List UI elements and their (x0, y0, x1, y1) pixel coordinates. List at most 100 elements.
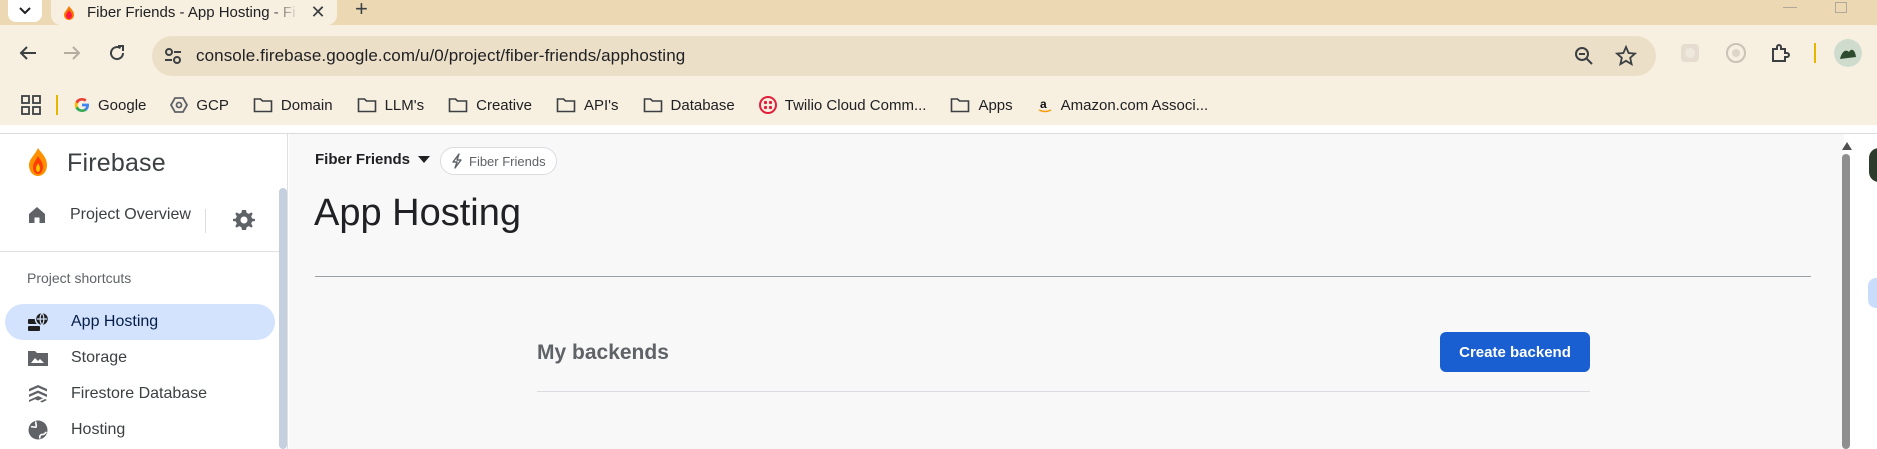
app-hosting-icon (28, 311, 49, 331)
minimize-button[interactable] (1783, 6, 1797, 8)
my-backends-heading: My backends (537, 341, 669, 364)
close-tab-icon[interactable]: ✕ (309, 2, 327, 23)
profile-avatar[interactable] (1834, 39, 1862, 67)
project-overview-link[interactable]: Project Overview (26, 204, 191, 226)
bookmark-twilio[interactable]: Twilio Cloud Comm... (758, 96, 927, 114)
bookmark-folder-apps[interactable]: Apps (950, 96, 1013, 114)
bookmark-label: Google (98, 96, 147, 114)
sidebar-scrollbar[interactable] (279, 188, 287, 449)
bookmark-gcp[interactable]: GCP (170, 97, 229, 114)
bookmark-folder-llms[interactable]: LLM's (357, 96, 425, 114)
restore-button[interactable] (1835, 1, 1847, 13)
bookmark-folder-apis[interactable]: API's (556, 97, 619, 114)
bookmark-label: Creative (476, 96, 532, 114)
url-text: console.firebase.google.com/u/0/project/… (196, 46, 686, 65)
sidebar-item-label: App Hosting (71, 313, 159, 330)
bookmark-google[interactable]: Google (74, 97, 146, 114)
sidebar-item-firestore-database[interactable]: Firestore Database (5, 376, 275, 412)
amazon-icon: a (1038, 97, 1051, 113)
zoom-out-icon[interactable] (1573, 45, 1595, 67)
window-controls (1783, 0, 1847, 14)
tab-search-button[interactable] (8, 0, 42, 22)
sidebar-item-storage[interactable]: Storage (5, 340, 275, 376)
sidebar-item-app-hosting[interactable]: App Hosting (5, 304, 275, 340)
bookmark-label: GCP (196, 96, 229, 114)
bookmark-amazon[interactable]: a Amazon.com Associ... (1037, 96, 1209, 114)
firebase-favicon-icon (64, 5, 74, 20)
toolbar-divider (1814, 43, 1816, 63)
create-backend-button[interactable]: Create backend (1440, 332, 1590, 372)
storage-icon (28, 351, 48, 366)
chevron-down-icon (19, 7, 31, 15)
project-chip-label: Fiber Friends (469, 153, 546, 169)
bookmark-folder-database[interactable]: Database (643, 97, 735, 114)
arrow-right-icon (64, 46, 81, 60)
folder-icon (951, 98, 970, 113)
firebase-logo-icon[interactable] (27, 147, 49, 177)
folder-icon (357, 98, 376, 113)
side-panel-toggle-edge[interactable] (1868, 278, 1877, 308)
bookmark-label: Domain (280, 96, 333, 114)
project-name: Fiber Friends (315, 151, 411, 168)
active-tab[interactable]: Fiber Friends - App Hosting - Fi ✕ (51, 0, 337, 25)
bookmark-label: API's (583, 96, 619, 114)
extensions-puzzle-icon[interactable] (1768, 41, 1792, 65)
caret-down-icon (418, 156, 431, 163)
extension-ghost-icon[interactable] (1678, 41, 1702, 65)
page-scrollbar-thumb[interactable] (1842, 154, 1850, 449)
project-shortcuts-heading: Project shortcuts (27, 270, 132, 286)
arrow-left-icon (19, 46, 36, 60)
new-tab-button[interactable]: + (355, 0, 368, 20)
tab-strip: Fiber Friends - App Hosting - Fi ✕ + (0, 0, 1877, 25)
back-button[interactable] (14, 39, 42, 67)
hosting-icon (28, 420, 48, 440)
firebase-wordmark[interactable]: Firebase (67, 149, 166, 178)
forward-button[interactable] (58, 39, 86, 67)
sidebar-item-label: Firestore Database (71, 385, 208, 402)
site-info-icon[interactable] (162, 45, 184, 67)
folder-icon (448, 98, 468, 113)
folder-icon (556, 98, 576, 113)
bookmarks-bar: Google GCP Domain LLM's Creative API's D… (0, 85, 1877, 125)
profile-avatar-icon (1834, 39, 1862, 67)
extension-circle-icon[interactable] (1724, 41, 1748, 65)
scroll-up-arrow-icon[interactable] (1841, 141, 1853, 151)
app-hosting-chip-icon (452, 153, 462, 169)
folder-icon (643, 98, 662, 113)
bookmark-label: Database (670, 96, 735, 114)
backends-divider (537, 391, 1590, 392)
reload-button[interactable] (103, 39, 131, 67)
bookmark-star-icon[interactable] (1615, 45, 1637, 67)
twilio-icon (758, 96, 777, 114)
bookmark-folder-creative[interactable]: Creative (448, 97, 532, 114)
bookmark-label: Apps (978, 96, 1013, 114)
bookmark-folder-domain[interactable]: Domain (253, 97, 333, 114)
bookmark-label: Twilio Cloud Comm... (784, 96, 927, 114)
firebase-sidebar: Firebase Project Overview Project shortc… (0, 134, 288, 449)
account-avatar-edge[interactable] (1869, 148, 1877, 182)
project-selector[interactable]: Fiber Friends (315, 151, 431, 168)
bookmarks-separator (56, 95, 58, 115)
project-chip[interactable]: Fiber Friends (440, 147, 557, 175)
svg-text:a: a (1040, 97, 1047, 111)
gear-icon[interactable] (232, 208, 256, 232)
firestore-icon (29, 385, 47, 403)
sidebar-item-label: Storage (71, 349, 128, 366)
address-bar[interactable]: console.firebase.google.com/u/0/project/… (152, 36, 1656, 76)
sidebar-item-hosting[interactable]: Hosting (5, 412, 275, 448)
page-title: App Hosting (314, 192, 522, 234)
bookmark-label: LLM's (384, 96, 425, 114)
bookmark-label: Amazon.com Associ... (1060, 96, 1209, 114)
overview-divider (205, 209, 206, 233)
tab-title: Fiber Friends - App Hosting - Fi (87, 4, 296, 21)
reload-icon (110, 45, 125, 61)
home-icon (29, 207, 45, 223)
sidebar-divider (0, 251, 280, 252)
apps-grid-icon[interactable] (20, 94, 42, 116)
gcp-icon (170, 97, 189, 113)
project-overview-label: Project Overview (70, 206, 191, 223)
folder-icon (253, 98, 273, 113)
google-icon (74, 98, 89, 112)
browser-toolbar: console.firebase.google.com/u/0/project/… (0, 25, 1877, 125)
title-divider (315, 276, 1811, 277)
